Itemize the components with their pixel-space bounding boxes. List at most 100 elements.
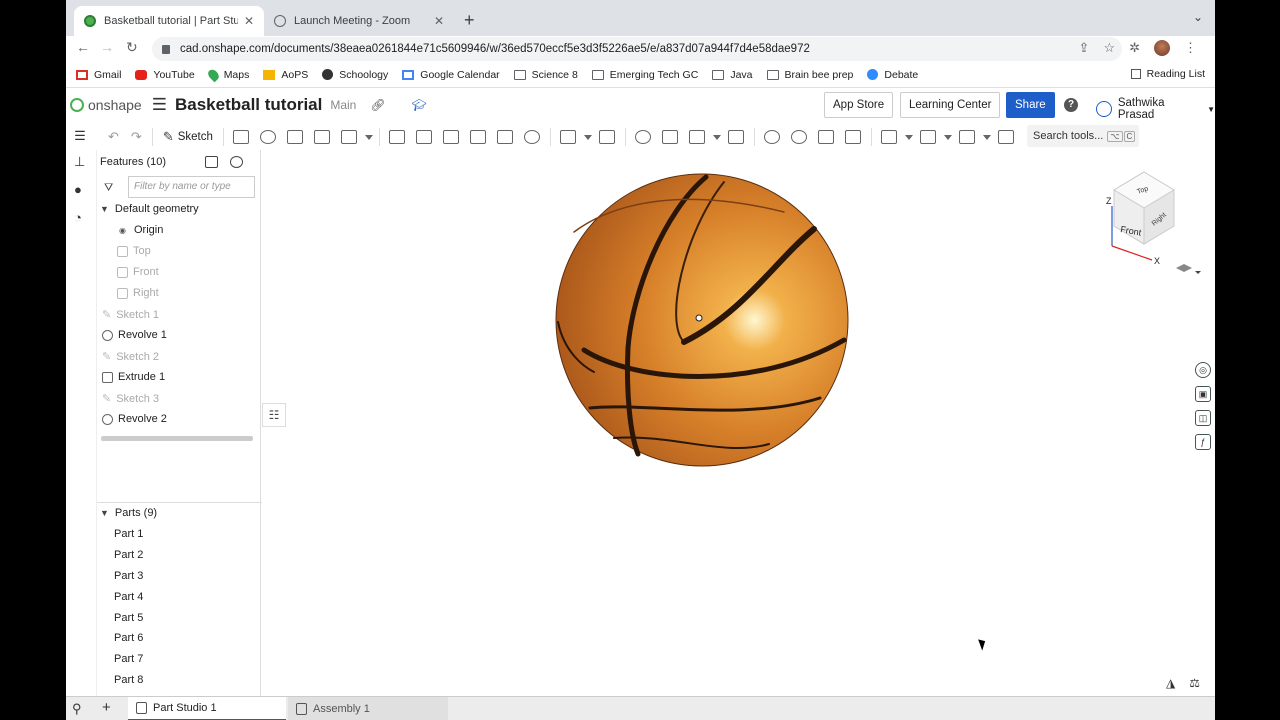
- view-mode-icon[interactable]: ◫: [1195, 410, 1211, 426]
- loft-icon[interactable]: [314, 130, 331, 144]
- bookmark-gmail[interactable]: Gmail: [76, 69, 121, 81]
- learning-center-button[interactable]: Learning Center: [900, 92, 1001, 118]
- chevron-down-icon[interactable]: [982, 134, 991, 140]
- reading-list[interactable]: Reading List: [1130, 68, 1205, 80]
- search-tools-input[interactable]: Search tools... ⌥ C: [1027, 125, 1139, 147]
- forward-arrow-icon[interactable]: →: [100, 39, 114, 55]
- section-view-icon[interactable]: ▣: [1195, 386, 1211, 402]
- part-item[interactable]: Part 4: [114, 591, 143, 603]
- feature-origin[interactable]: ◉ Origin: [119, 224, 163, 236]
- share-button[interactable]: Share: [1006, 92, 1055, 118]
- user-menu[interactable]: Sathwika Prasad ▼: [1096, 97, 1215, 121]
- reload-icon[interactable]: ↻: [126, 39, 138, 56]
- sweep-icon[interactable]: [287, 130, 304, 144]
- bookmark-schoology[interactable]: Schoology: [322, 69, 388, 81]
- browser-tab-onshape[interactable]: Basketball tutorial | Part Studio 1 ✕: [74, 6, 264, 36]
- split-icon[interactable]: [662, 130, 679, 144]
- feature-sketch-2[interactable]: ✎ Sketch 2: [102, 350, 159, 364]
- tab-search-chevron-icon[interactable]: ⌄: [1193, 10, 1203, 24]
- chevron-down-icon[interactable]: [364, 134, 373, 140]
- thicken-icon[interactable]: [341, 130, 358, 144]
- add-folder-icon[interactable]: [205, 156, 218, 168]
- part-item[interactable]: Part 1: [114, 528, 143, 540]
- rollback-bar[interactable]: [101, 436, 253, 441]
- bookmark-java[interactable]: Java: [712, 69, 753, 81]
- part-item[interactable]: Part 3: [114, 570, 143, 582]
- part-item[interactable]: Part 6: [114, 632, 143, 644]
- collapse-list-icon[interactable]: ☷: [262, 403, 286, 427]
- feature-revolve-2[interactable]: Revolve 2: [102, 413, 167, 425]
- feature-sketch-1[interactable]: ✎ Sketch 1: [102, 308, 159, 322]
- chevron-down-icon[interactable]: [904, 134, 913, 140]
- fillet-icon[interactable]: [389, 130, 406, 144]
- mass-properties-icon[interactable]: ⚖︎: [1189, 676, 1200, 690]
- extrude-icon[interactable]: [233, 130, 250, 144]
- filter-icon[interactable]: ⛛: [104, 182, 113, 195]
- revolve-icon[interactable]: [260, 130, 277, 144]
- part-item[interactable]: Part 2: [114, 549, 143, 561]
- document-title[interactable]: Basketball tutorial: [175, 95, 322, 115]
- mate-connector-icon[interactable]: [920, 130, 937, 144]
- extensions-puzzle-icon[interactable]: ✲: [1129, 40, 1140, 56]
- feature-list-icon[interactable]: ☰: [66, 122, 94, 150]
- help-icon[interactable]: ?: [1064, 98, 1078, 112]
- rib-icon[interactable]: [470, 130, 487, 144]
- appearance-icon[interactable]: ◎: [1195, 362, 1211, 378]
- tree-icon[interactable]: ⊥: [74, 154, 85, 170]
- feature-revolve-1[interactable]: Revolve 1: [102, 329, 167, 341]
- chevron-down-icon[interactable]: [583, 134, 592, 140]
- onshape-logo[interactable]: onshape: [70, 97, 142, 113]
- profile-avatar[interactable]: [1154, 40, 1170, 56]
- feature-top-plane[interactable]: Top: [117, 245, 151, 257]
- bookmark-debate[interactable]: Debate: [867, 69, 918, 81]
- history-icon[interactable]: ◔: [74, 210, 82, 225]
- menu-icon[interactable]: ☰: [152, 95, 167, 115]
- part-item[interactable]: Part 5: [114, 612, 143, 624]
- delete-face-icon[interactable]: [791, 130, 808, 144]
- bookmark-youtube[interactable]: YouTube: [135, 69, 195, 81]
- bookmark-aops[interactable]: AoPS: [263, 69, 308, 81]
- feature-front-plane[interactable]: Front: [117, 266, 159, 278]
- bookmark-star-icon[interactable]: ☆: [1103, 40, 1115, 56]
- move-face-icon[interactable]: [818, 130, 835, 144]
- modify-fillet-icon[interactable]: [764, 130, 781, 144]
- redo-icon[interactable]: ↷: [131, 129, 142, 145]
- learning-cap-icon[interactable]: 🎓︎: [412, 98, 427, 112]
- bookmark-maps[interactable]: Maps: [205, 67, 249, 82]
- feature-right-plane[interactable]: Right: [117, 287, 159, 299]
- hole-icon[interactable]: [524, 130, 541, 144]
- add-tab-plus-icon[interactable]: +: [102, 699, 111, 716]
- part-item[interactable]: Part 8: [114, 674, 143, 686]
- close-icon[interactable]: ✕: [434, 14, 444, 28]
- delete-part-icon[interactable]: [728, 130, 745, 144]
- chamfer-icon[interactable]: [416, 130, 433, 144]
- measure-icon[interactable]: ◮: [1166, 676, 1175, 690]
- tab-part-studio-1[interactable]: Part Studio 1: [128, 697, 286, 720]
- default-geometry-group[interactable]: ▼ Default geometry: [100, 203, 199, 215]
- undo-icon[interactable]: ↶: [108, 129, 119, 145]
- close-icon[interactable]: ✕: [244, 14, 254, 28]
- basketball-model[interactable]: [554, 172, 850, 468]
- surface-icon[interactable]: [959, 130, 976, 144]
- bookmark-emerging-tech[interactable]: Emerging Tech GC: [591, 69, 698, 81]
- back-arrow-icon[interactable]: ←: [76, 39, 90, 55]
- bookmark-google-calendar[interactable]: Google Calendar: [402, 69, 500, 81]
- app-store-button[interactable]: App Store: [824, 92, 894, 118]
- browser-tab-zoom[interactable]: Launch Meeting - Zoom ✕: [264, 6, 454, 36]
- chevron-down-icon[interactable]: [943, 134, 952, 140]
- browser-menu-icon[interactable]: ⋮: [1184, 40, 1197, 56]
- boolean-icon[interactable]: [635, 130, 652, 144]
- chevron-down-icon[interactable]: [712, 134, 721, 140]
- share-page-icon[interactable]: ⇪: [1079, 40, 1090, 56]
- draft-icon[interactable]: [443, 130, 460, 144]
- branch-label[interactable]: Main: [330, 98, 356, 112]
- sketch-button[interactable]: ✎ Sketch: [163, 129, 213, 145]
- chevron-down-icon[interactable]: [1195, 271, 1201, 274]
- part-item[interactable]: Part 7: [114, 653, 143, 665]
- pattern-icon[interactable]: [560, 130, 577, 144]
- bookmark-brain-bee[interactable]: Brain bee prep: [766, 69, 853, 81]
- mirror-icon[interactable]: [599, 130, 616, 144]
- add-custom-feature-icon[interactable]: [998, 130, 1015, 144]
- plane-icon[interactable]: [881, 130, 898, 144]
- link-icon[interactable]: 🔗︎: [370, 98, 385, 112]
